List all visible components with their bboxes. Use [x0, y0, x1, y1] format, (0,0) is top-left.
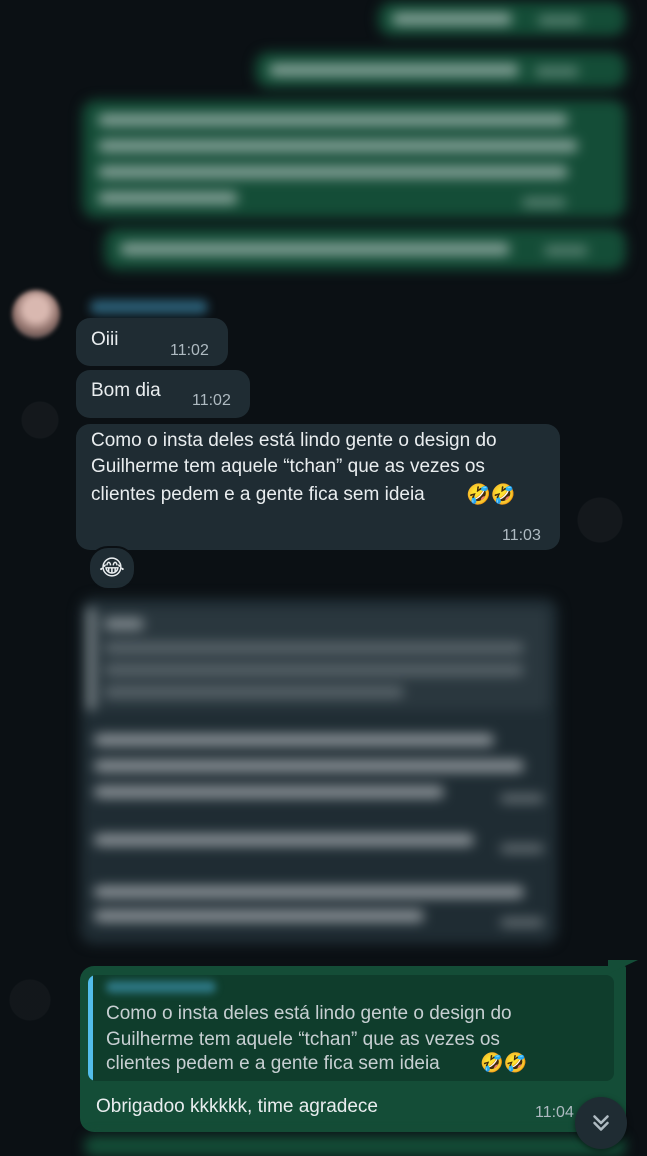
scroll-to-bottom-button[interactable]: [575, 1097, 627, 1149]
message-time: 11:02: [170, 342, 209, 359]
message-text: Oiii: [91, 329, 119, 350]
message-text-line: Guilherme tem aquele “tchan” que as veze…: [91, 456, 485, 477]
bubble-tail: [608, 960, 638, 974]
message-text-line: Como o insta deles está lindo gente o de…: [91, 430, 497, 451]
rofl-emoji-icon: 🤣🤣: [480, 1053, 528, 1074]
blurred-message[interactable]: [82, 100, 626, 218]
sender-avatar[interactable]: [12, 290, 60, 338]
message-time: 11:04: [535, 1104, 574, 1121]
blurred-message[interactable]: [255, 52, 626, 88]
message-text-line: clientes pedem e a gente fica sem ideia: [91, 484, 425, 505]
quoted-text-line: clientes pedem e a gente fica sem ideia: [106, 1053, 440, 1074]
rofl-emoji-icon: 🤣🤣: [466, 484, 516, 506]
quoted-sender-blurred: [106, 981, 216, 993]
blurred-message: [84, 1136, 626, 1156]
message-time: 11:02: [192, 392, 231, 409]
quoted-text-line: Guilherme tem aquele “tchan” que as veze…: [106, 1029, 500, 1050]
reaction-badge[interactable]: 😂: [88, 546, 136, 590]
incoming-message[interactable]: Oiii 11:02: [76, 318, 228, 366]
incoming-message[interactable]: Como o insta deles está lindo gente o de…: [76, 424, 560, 550]
blurred-message[interactable]: [104, 228, 626, 270]
quoted-text-line: Como o insta deles está lindo gente o de…: [106, 1003, 512, 1024]
quote-accent-bar: [88, 975, 93, 1081]
quoted-message[interactable]: Como o insta deles está lindo gente o de…: [88, 975, 614, 1081]
blurred-message[interactable]: [80, 598, 558, 944]
incoming-message[interactable]: Bom dia 11:02: [76, 370, 250, 418]
laughing-emoji-icon: 😂: [99, 555, 125, 580]
blurred-message[interactable]: [378, 2, 626, 36]
double-chevron-down-icon: [593, 1115, 609, 1131]
message-time: 11:03: [502, 527, 541, 544]
sender-name-blurred: [90, 300, 208, 314]
reply-text: Obrigadoo kkkkkk, time agradece: [96, 1096, 378, 1117]
message-text: Bom dia: [91, 380, 161, 401]
